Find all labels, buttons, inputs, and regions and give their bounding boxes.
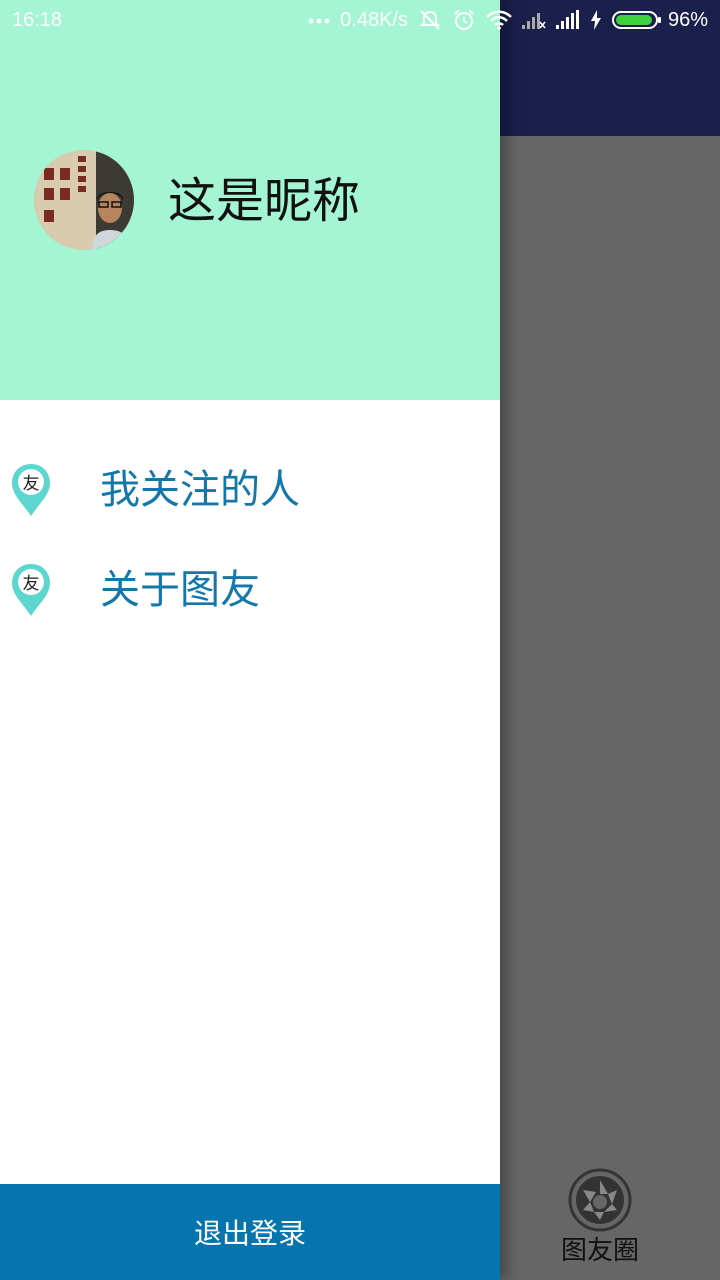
- svg-text:友: 友: [23, 474, 40, 494]
- drawer-header: 这是昵称: [0, 0, 500, 400]
- nickname[interactable]: 这是昵称: [168, 172, 360, 230]
- signal-icon: [555, 10, 579, 29]
- menu-item-following[interactable]: 友 我关注的人: [0, 450, 500, 530]
- avatar-photo: [34, 150, 134, 250]
- charging-icon: [590, 10, 601, 30]
- avatar[interactable]: [34, 150, 134, 250]
- you-pin-icon: 友: [12, 464, 50, 516]
- wifi-icon: [486, 10, 512, 30]
- status-time: 16:18: [12, 8, 63, 31]
- battery-icon: [611, 11, 661, 29]
- navigation-drawer: 这是昵称 友 我关注的人 友 关于图友 退出登录: [0, 0, 500, 1280]
- menu-item-label: 关于图友: [100, 567, 260, 613]
- battery-percent: 96%: [667, 8, 708, 31]
- logout-button[interactable]: 退出登录: [0, 1184, 500, 1280]
- net-speed: 0.48K/s: [340, 8, 408, 31]
- menu-item-about[interactable]: 友 关于图友: [0, 550, 500, 630]
- bottom-nav-item-tuyouquan[interactable]: 图友圈: [548, 1168, 652, 1280]
- bottom-nav-label: 图友圈: [560, 1236, 639, 1266]
- svg-text:友: 友: [23, 574, 40, 594]
- menu-item-label: 我关注的人: [100, 467, 300, 513]
- more-dots-icon: [308, 18, 330, 24]
- signal-x-icon: [521, 13, 546, 29]
- alarm-icon: [454, 9, 474, 30]
- you-pin-icon: 友: [12, 564, 50, 616]
- status-bar: 16:18 0.48K/s 96%: [0, 0, 720, 40]
- alarm-off-icon: [419, 10, 441, 30]
- camera-aperture-icon: [568, 1168, 632, 1232]
